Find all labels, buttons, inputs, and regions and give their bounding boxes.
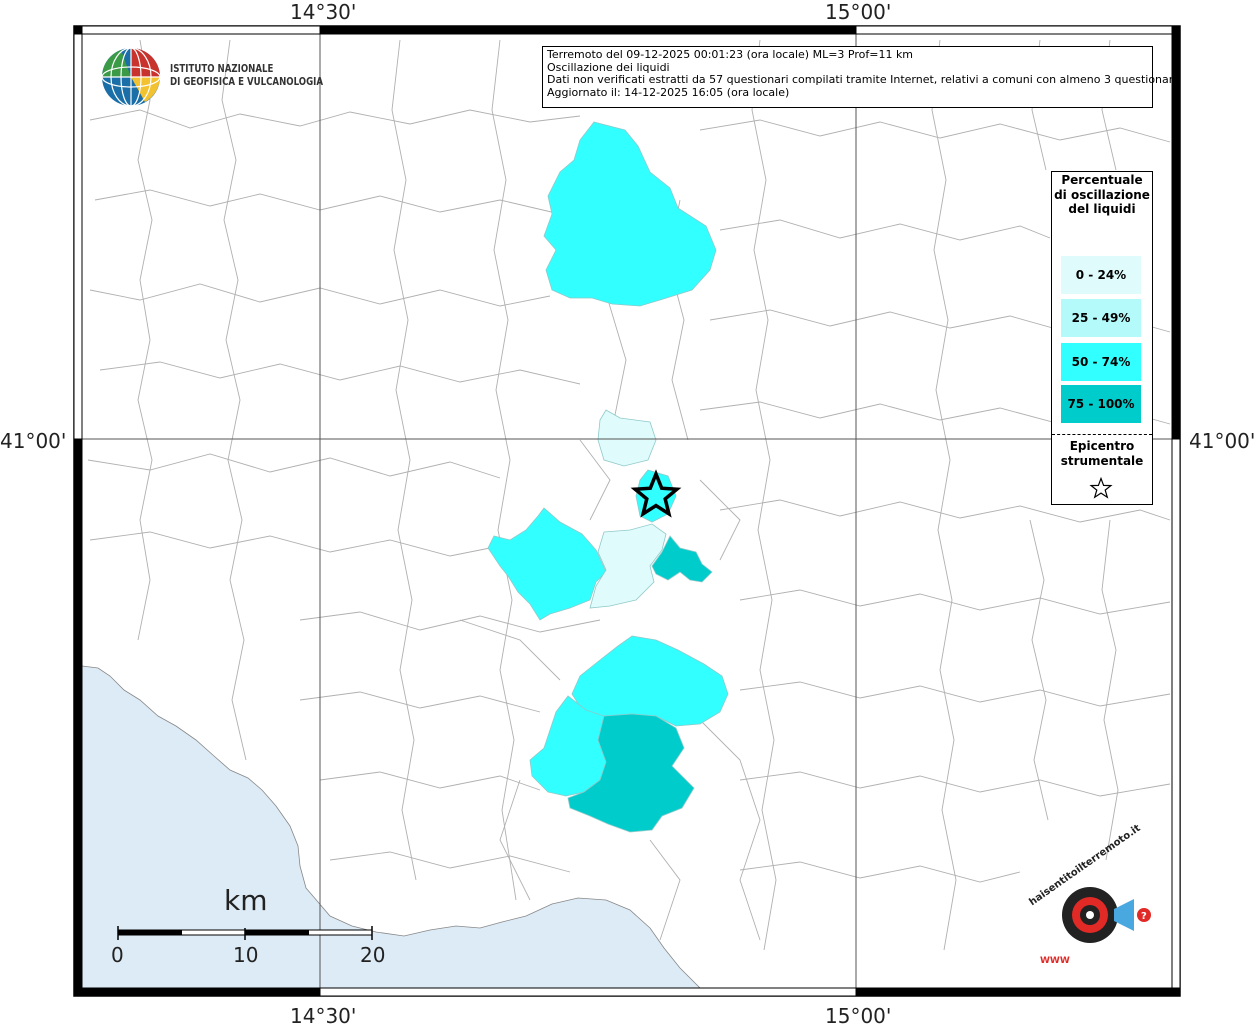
legend: Percentuale di oscillazione del liquidi … [1051, 171, 1153, 505]
legend-class-75-100: 75 - 100% [1061, 385, 1141, 423]
map-canvas: ? [73, 25, 1181, 997]
institute-name-line2: DI GEOFISICA E VULCANOLOGIA [170, 76, 324, 88]
scale-unit: km [224, 884, 268, 917]
event-title: Terremoto del 09-12-2025 00:01:23 (ora l… [547, 48, 914, 61]
svg-text:?: ? [1141, 911, 1147, 922]
watermark-www: WWW [1040, 956, 1070, 966]
data-note: Dati non verificati estratti da 57 quest… [547, 73, 1180, 87]
legend-class-25-49: 25 - 49% [1061, 299, 1141, 337]
lat-label-right: 41°00' [1189, 429, 1254, 453]
institute-name: ISTITUTO NAZIONALE DI GEOFISICA E VULCAN… [170, 63, 323, 89]
legend-epicenter-label: Epicentro strumentale [1060, 439, 1144, 468]
lon-label-bottom-right: 15°00' [825, 1004, 892, 1028]
event-info-box: Terremoto del 09-12-2025 00:01:23 (ora l… [542, 46, 1180, 108]
institute-name-line1: ISTITUTO NAZIONALE [170, 63, 274, 75]
scale-tick-0: 0 [111, 943, 124, 967]
legend-class-50-74: 50 - 74% [1061, 343, 1141, 381]
legend-class-0-24: 0 - 24% [1061, 256, 1141, 294]
scale-tick-10: 10 [233, 943, 259, 967]
updated-at: Aggiornato il: 14-12-2025 16:05 (ora loc… [547, 85, 790, 99]
lon-label-top-left: 14°30' [290, 0, 357, 24]
legend-divider [1052, 434, 1152, 435]
legend-title: Percentuale di oscillazione del liquidi [1054, 173, 1150, 216]
lat-label-left: 41°00' [0, 429, 67, 453]
scale-tick-20: 20 [360, 943, 386, 967]
legend-star-icon [1089, 477, 1113, 499]
ingv-logo-icon [101, 47, 161, 107]
lon-label-top-right: 15°00' [825, 0, 892, 24]
lon-label-bottom-left: 14°30' [290, 1004, 357, 1028]
